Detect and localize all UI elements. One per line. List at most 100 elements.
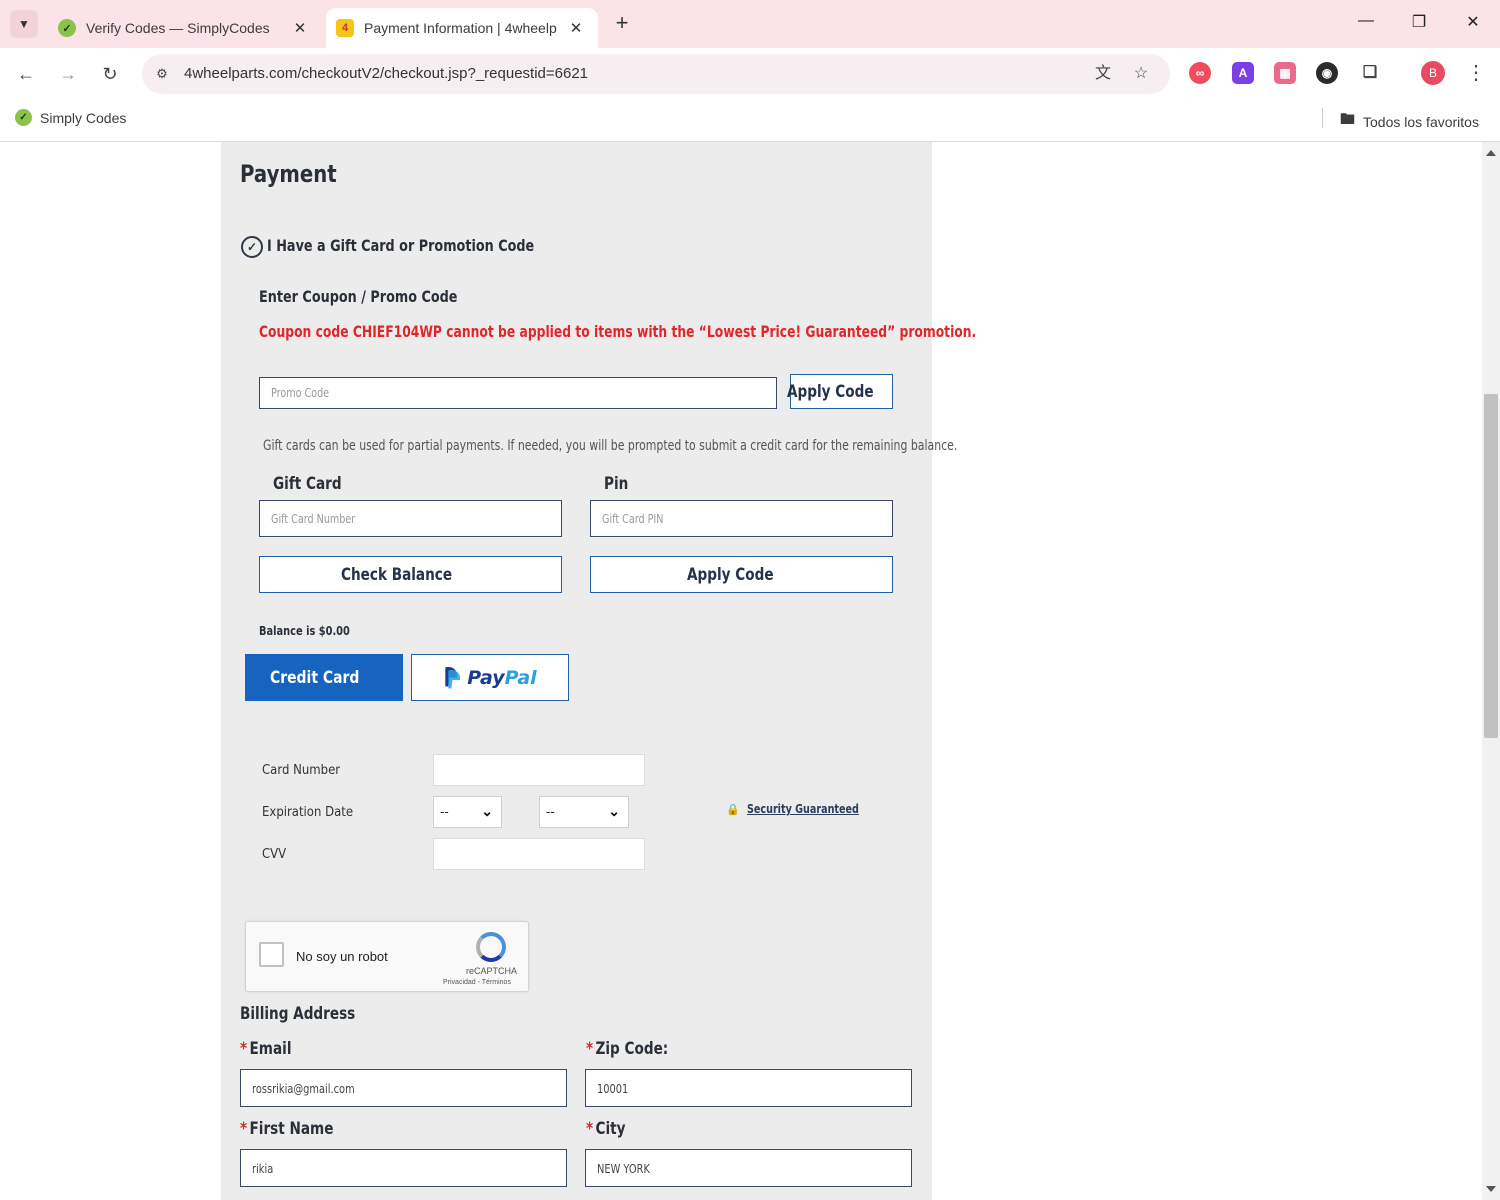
extension-robot-icon[interactable]: ▩ bbox=[1274, 62, 1296, 84]
paypal-p-icon bbox=[443, 667, 461, 689]
new-tab-button[interactable]: + bbox=[610, 12, 634, 36]
tab-payment-information[interactable]: 4 Payment Information | 4wheelp ✕ bbox=[326, 8, 598, 48]
simplycodes-icon: ✓ bbox=[58, 19, 76, 37]
url-text: 4wheelparts.com/checkoutV2/checkout.jsp?… bbox=[184, 65, 589, 82]
4wheelparts-icon: 4 bbox=[336, 19, 354, 37]
city-field[interactable]: NEW YORK bbox=[585, 1149, 912, 1187]
paypal-pay-text: Pay bbox=[467, 666, 505, 689]
credit-card-method-button[interactable]: Credit Card bbox=[245, 654, 403, 701]
promo-code-input[interactable]: Promo Code bbox=[259, 377, 777, 409]
security-guaranteed-link[interactable]: Security Guaranteed bbox=[747, 802, 859, 816]
gift-card-label: Gift Card bbox=[273, 474, 342, 494]
simplycodes-icon: ✓ bbox=[15, 109, 32, 126]
extension-infinity-icon[interactable]: ∞ bbox=[1189, 62, 1211, 84]
required-asterisk: * bbox=[240, 1119, 248, 1139]
menu-kebab-icon[interactable]: ⋮ bbox=[1466, 60, 1486, 86]
recaptcha-checkbox[interactable] bbox=[259, 942, 284, 967]
expiration-month-select[interactable]: -- ⌄ bbox=[433, 796, 502, 828]
zip-code-label-text: Zip Code: bbox=[595, 1039, 669, 1059]
folder-icon: 🖿 bbox=[1340, 111, 1356, 128]
paypal-pal-text: Pal bbox=[504, 666, 537, 689]
city-label-text: City bbox=[595, 1119, 626, 1139]
apply-code-label: Apply Code bbox=[687, 564, 774, 585]
extensions-puzzle-icon[interactable]: ❏ bbox=[1359, 62, 1381, 84]
coupon-error-message: Coupon code CHIEF104WP cannot be applied… bbox=[259, 322, 977, 341]
city-label: * City bbox=[586, 1119, 626, 1139]
email-field[interactable]: rossrikia@gmail.com bbox=[240, 1069, 567, 1107]
bookmark-simply-codes[interactable]: ✓ Simply Codes bbox=[15, 109, 126, 126]
credit-card-label: Credit Card bbox=[269, 667, 359, 688]
pin-label: Pin bbox=[604, 474, 629, 494]
check-balance-label: Check Balance bbox=[341, 564, 453, 585]
close-tab-icon[interactable]: ✕ bbox=[288, 19, 312, 37]
minimize-button[interactable]: — bbox=[1351, 12, 1381, 30]
required-asterisk: * bbox=[586, 1119, 594, 1139]
first-name-field[interactable]: rikia bbox=[240, 1149, 567, 1187]
expiration-year-select[interactable]: -- ⌄ bbox=[539, 796, 629, 828]
gift-card-pin-placeholder: Gift Card PIN bbox=[602, 512, 664, 526]
scroll-down-arrow-icon[interactable] bbox=[1486, 1186, 1496, 1192]
lock-icon: 🔒 bbox=[726, 804, 740, 816]
balance-text: Balance is $0.00 bbox=[259, 624, 350, 638]
gift-card-number-input[interactable]: Gift Card Number bbox=[259, 500, 562, 537]
address-bar[interactable]: ⚙ 4wheelparts.com/checkoutV2/checkout.js… bbox=[142, 54, 1170, 94]
page-viewport: Payment ✓ I Have a Gift Card or Promotio… bbox=[0, 142, 1482, 1200]
year-value: -- bbox=[546, 804, 555, 819]
close-tab-icon[interactable]: ✕ bbox=[564, 19, 588, 37]
zip-code-label: * Zip Code: bbox=[586, 1039, 668, 1059]
translate-icon[interactable]: 文 bbox=[1092, 64, 1114, 84]
paypal-method-button[interactable]: Pay Pal bbox=[411, 654, 569, 701]
tab-search-button[interactable]: ▼ bbox=[10, 10, 38, 38]
payment-heading: Payment bbox=[240, 160, 337, 188]
gift-card-note: Gift cards can be used for partial payme… bbox=[263, 438, 958, 454]
back-arrow-icon[interactable]: ← bbox=[14, 62, 38, 86]
scrollbar-thumb[interactable] bbox=[1484, 394, 1498, 738]
recaptcha-label: No soy un robot bbox=[296, 949, 388, 964]
reload-icon[interactable]: ↻ bbox=[98, 62, 122, 86]
tab-title: Verify Codes — SimplyCodes bbox=[86, 20, 270, 36]
recaptcha-logo-icon bbox=[476, 932, 506, 962]
required-asterisk: * bbox=[586, 1039, 594, 1059]
gift-card-pin-input[interactable]: Gift Card PIN bbox=[590, 500, 893, 537]
bookmark-star-icon[interactable]: ☆ bbox=[1130, 64, 1152, 84]
forward-arrow-icon[interactable]: → bbox=[56, 62, 80, 86]
email-value: rossrikia@gmail.com bbox=[252, 1082, 355, 1096]
first-name-label: * First Name bbox=[240, 1119, 333, 1139]
month-value: -- bbox=[440, 804, 449, 819]
cvv-input[interactable] bbox=[433, 838, 645, 870]
zip-code-value: 10001 bbox=[597, 1082, 629, 1096]
extension-a-icon[interactable]: A bbox=[1232, 62, 1254, 84]
cvv-label: CVV bbox=[262, 847, 287, 862]
city-value: NEW YORK bbox=[597, 1162, 650, 1176]
apply-gift-card-button[interactable]: Apply Code bbox=[590, 556, 893, 593]
recaptcha-terms-links[interactable]: Privacidad - Términos bbox=[443, 979, 511, 986]
close-window-button[interactable]: ✕ bbox=[1458, 12, 1488, 32]
email-label-text: Email bbox=[249, 1039, 292, 1059]
billing-address-heading: Billing Address bbox=[240, 1004, 356, 1024]
scroll-up-arrow-icon[interactable] bbox=[1486, 150, 1496, 156]
check-balance-button[interactable]: Check Balance bbox=[259, 556, 562, 593]
apply-code-label: Apply Code bbox=[787, 381, 874, 402]
first-name-value: rikia bbox=[252, 1162, 274, 1176]
apply-promo-code-button[interactable]: Apply Code bbox=[787, 374, 893, 409]
profile-avatar[interactable]: B bbox=[1421, 61, 1445, 85]
tab-verify-codes[interactable]: ✓ Verify Codes — SimplyCodes ✕ bbox=[48, 8, 322, 48]
recaptcha-brand: reCAPTCHA bbox=[466, 966, 518, 976]
all-bookmarks-folder[interactable]: 🖿 Todos los favoritos bbox=[1340, 109, 1479, 134]
site-settings-icon[interactable]: ⚙ bbox=[152, 64, 172, 84]
recaptcha-widget: No soy un robot reCAPTCHA Privacidad - T… bbox=[245, 921, 529, 992]
card-number-input[interactable] bbox=[433, 754, 645, 786]
chevron-down-icon: ⌄ bbox=[608, 803, 620, 819]
zip-code-field[interactable]: 10001 bbox=[585, 1069, 912, 1107]
page-scrollbar[interactable] bbox=[1482, 142, 1500, 1200]
expiration-date-label: Expiration Date bbox=[262, 805, 354, 820]
checkmark-circle-icon[interactable]: ✓ bbox=[241, 236, 263, 258]
promo-code-placeholder: Promo Code bbox=[271, 386, 330, 400]
restore-button[interactable]: ❐ bbox=[1404, 12, 1434, 32]
bookmarks-bar: ✓ Simply Codes 🖿 Todos los favoritos bbox=[0, 100, 1500, 142]
gift-card-number-placeholder: Gift Card Number bbox=[271, 512, 356, 526]
bookmark-label: Simply Codes bbox=[40, 109, 127, 126]
gift-card-promo-toggle[interactable]: I Have a Gift Card or Promotion Code bbox=[267, 236, 534, 255]
tab-strip: ▼ ✓ Verify Codes — SimplyCodes ✕ 4 Payme… bbox=[0, 0, 1500, 48]
extension-circle-icon[interactable]: ◉ bbox=[1316, 62, 1338, 84]
